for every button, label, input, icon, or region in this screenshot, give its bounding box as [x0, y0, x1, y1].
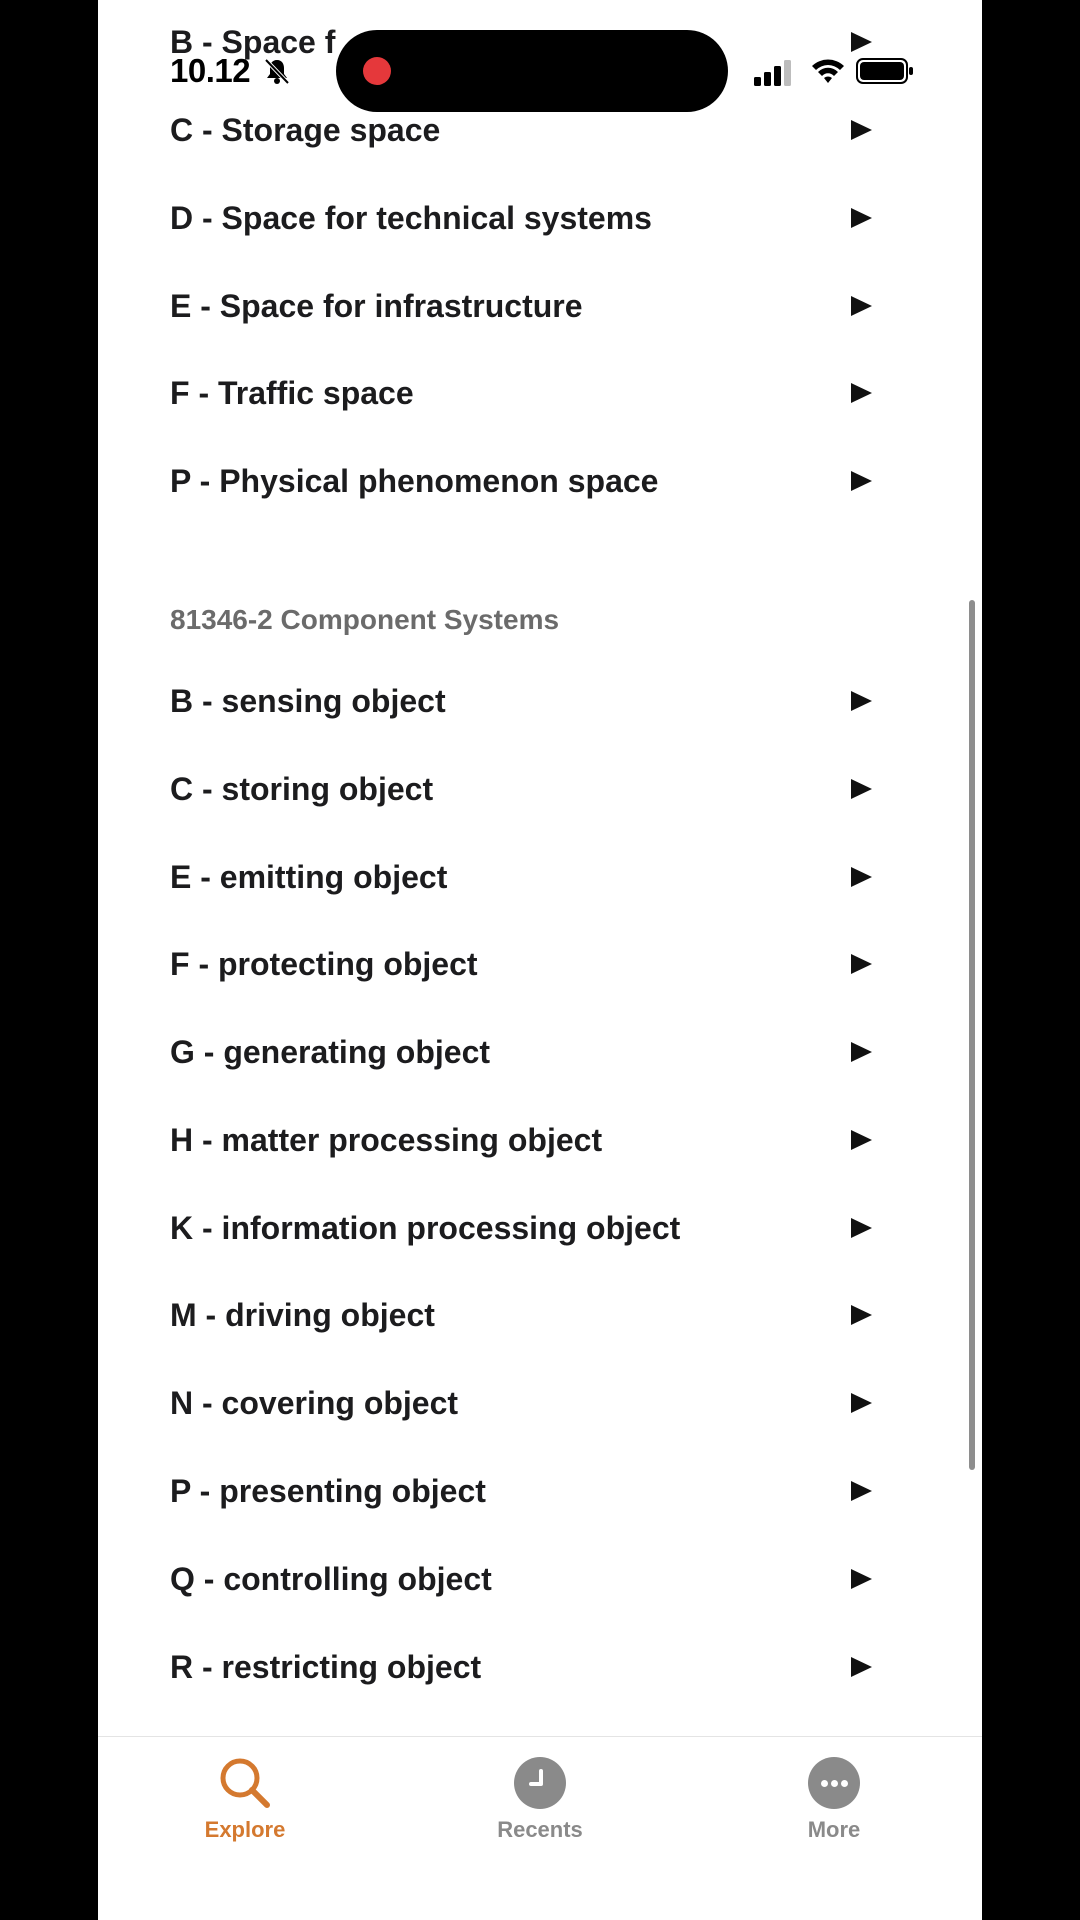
disclosure-arrow-icon: [851, 1393, 872, 1413]
tab-label: Explore: [204, 1817, 286, 1842]
list-row-sensing[interactable]: B - sensing object: [170, 671, 880, 731]
list-row-traffic-space[interactable]: F - Traffic space: [170, 363, 880, 423]
list-row-label: B - sensing object: [170, 682, 446, 719]
section-header: 81346-2 Component Systems: [170, 604, 560, 635]
wifi-icon: [812, 59, 844, 83]
list-row-protecting[interactable]: F - protecting object: [170, 934, 880, 994]
list-row-emitting[interactable]: E - emitting object: [170, 847, 880, 907]
bell-slash-icon: [264, 58, 290, 85]
list-row-storing[interactable]: C - storing object: [170, 759, 880, 819]
list-row-information-processing[interactable]: K - information processing object: [170, 1198, 880, 1258]
disclosure-arrow-icon: [851, 1657, 872, 1677]
disclosure-arrow-icon: [851, 867, 872, 887]
list-row-label: P - Physical phenomenon space: [170, 462, 659, 499]
disclosure-arrow-icon: [851, 1130, 872, 1150]
disclosure-arrow-icon: [851, 471, 872, 491]
tab-explore[interactable]: Explore: [175, 1755, 315, 1843]
list-row-controlling[interactable]: Q - controlling object: [170, 1549, 880, 1609]
app-screen: B - Space f C - Storage space D - Space …: [98, 0, 982, 1920]
disclosure-arrow-icon: [851, 779, 872, 799]
list-row-presenting[interactable]: P - presenting object: [170, 1461, 880, 1521]
list-row-label: C - storing object: [170, 770, 434, 807]
list-row-label: F - Traffic space: [170, 374, 414, 411]
list-row-restricting[interactable]: R - restricting object: [170, 1637, 880, 1697]
disclosure-arrow-icon: [851, 1305, 872, 1325]
list-row-matter-processing[interactable]: H - matter processing object: [170, 1110, 880, 1170]
list-row-label: E - Space for infrastructure: [170, 287, 583, 324]
battery-icon: [856, 58, 913, 84]
tab-bar: Explore Recents More: [98, 1736, 982, 1920]
disclosure-arrow-icon: [851, 1569, 872, 1589]
list-row-label: K - information processing object: [170, 1209, 681, 1246]
disclosure-arrow-icon: [851, 691, 872, 711]
disclosure-arrow-icon: [851, 120, 872, 140]
disclosure-arrow-icon: [851, 32, 872, 52]
more-icon: [806, 1755, 862, 1811]
cellular-signal-icon: [754, 56, 798, 86]
tab-label: More: [807, 1817, 861, 1842]
status-time: 10.12: [170, 52, 251, 89]
scrollbar[interactable]: [969, 600, 975, 1470]
disclosure-arrow-icon: [851, 208, 872, 228]
list-row-generating[interactable]: G - generating object: [170, 1022, 880, 1082]
disclosure-arrow-icon: [851, 954, 872, 974]
tab-label: Recents: [497, 1817, 583, 1842]
list-row-label: G - generating object: [170, 1033, 491, 1070]
search-icon: [220, 1758, 270, 1808]
disclosure-arrow-icon: [851, 1481, 872, 1501]
list-row-label: P - presenting object: [170, 1472, 486, 1509]
list-row-covering[interactable]: N - covering object: [170, 1373, 880, 1433]
list-row-label: Q - controlling object: [170, 1560, 492, 1597]
disclosure-arrow-icon: [851, 296, 872, 316]
list-row-label: R - restricting object: [170, 1648, 482, 1685]
list-row-label: D - Space for technical systems: [170, 199, 652, 236]
list-row-infrastructure[interactable]: E - Space for infrastructure: [170, 276, 880, 336]
tab-recents[interactable]: Recents: [470, 1755, 610, 1843]
list-row-physical-phenomenon[interactable]: P - Physical phenomenon space: [170, 451, 880, 511]
list-row-label: H - matter processing object: [170, 1121, 603, 1158]
list-row-label: C - Storage space: [170, 111, 441, 148]
list-row-label: F - protecting object: [170, 945, 478, 982]
disclosure-arrow-icon: [851, 1042, 872, 1062]
dynamic-island: [336, 30, 728, 112]
disclosure-arrow-icon: [851, 383, 872, 403]
list-row-technical-systems[interactable]: D - Space for technical systems: [170, 188, 880, 248]
clock-icon: [512, 1755, 568, 1811]
list-row-label: M - driving object: [170, 1296, 435, 1333]
list-row-label: E - emitting object: [170, 858, 448, 895]
tab-more[interactable]: More: [764, 1755, 904, 1843]
list-row-driving[interactable]: M - driving object: [170, 1285, 880, 1345]
recording-dot-icon: [363, 57, 391, 85]
list-row-label: N - covering object: [170, 1384, 459, 1421]
disclosure-arrow-icon: [851, 1218, 872, 1238]
